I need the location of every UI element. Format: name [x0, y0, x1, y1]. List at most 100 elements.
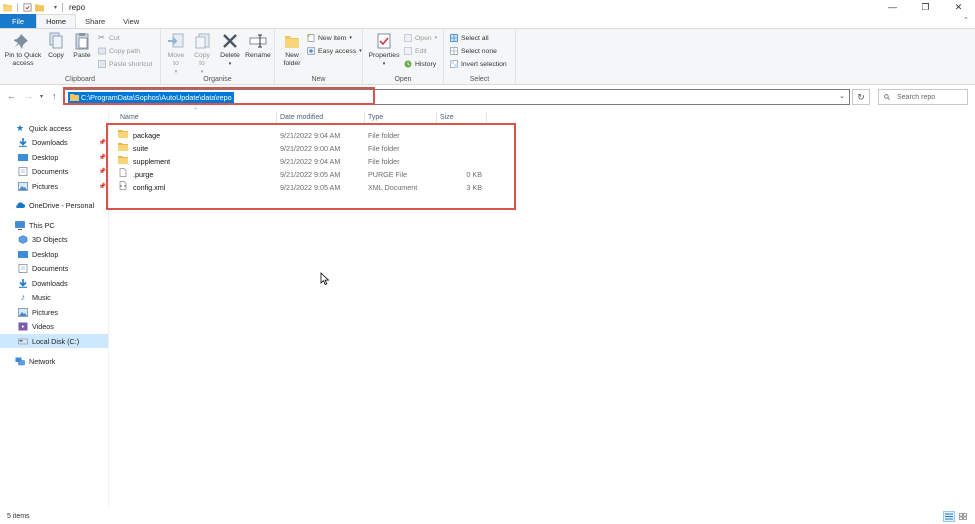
maximize-button[interactable]: ❐ [909, 0, 942, 14]
nav-pc-documents[interactable]: Documents [0, 261, 108, 275]
nav-quick-downloads[interactable]: Downloads 📌 [0, 135, 108, 149]
nav-label: Pictures [32, 307, 58, 317]
history-icon [404, 60, 412, 68]
properties-icon[interactable] [23, 3, 32, 12]
file-date: 9/21/2022 9:05 AM [280, 183, 341, 192]
up-arrow-icon[interactable]: ↑ [52, 91, 57, 101]
address-bar[interactable]: C:\ProgramData\Sophos\AutoUpdate\data\re… [63, 89, 850, 105]
column-header-type[interactable]: Type [368, 114, 383, 121]
recent-locations-chevron-down-icon[interactable]: ▾ [40, 93, 43, 100]
new-folder-icon[interactable] [35, 3, 44, 12]
column-divider[interactable] [436, 112, 437, 125]
cloud-icon [16, 201, 25, 208]
navigation-pane: ★ Quick access Downloads 📌 Desktop 📌 Doc… [0, 118, 108, 508]
view-toggle [943, 511, 969, 522]
folder-icon [118, 130, 128, 138]
address-selection: C:\ProgramData\Sophos\AutoUpdate\data\re… [68, 91, 234, 103]
file-icon [119, 168, 127, 177]
address-path[interactable]: C:\ProgramData\Sophos\AutoUpdate\data\re… [81, 93, 232, 102]
pin-to-quick-access-button[interactable]: Pin to Quick access [3, 32, 43, 68]
nav-label: Downloads [32, 137, 68, 147]
new-folder-button[interactable]: New folder [279, 32, 305, 68]
nav-label: Documents [32, 263, 69, 273]
copy-to-button[interactable]: Copy to ▾ [191, 32, 213, 76]
easy-access-button[interactable]: Easy access ▾ [307, 47, 362, 55]
file-row[interactable]: package 9/21/2022 9:04 AM File folder [118, 129, 488, 142]
copy-path-button[interactable]: Copy path [98, 47, 140, 55]
nav-pc-local-disk[interactable]: Local Disk (C:) [0, 334, 108, 348]
select-none-button[interactable]: Select none [450, 47, 497, 55]
rename-button[interactable]: Rename [244, 32, 272, 60]
file-date: 9/21/2022 9:04 AM [280, 157, 341, 166]
history-button[interactable]: History [404, 60, 436, 68]
minimize-button[interactable]: — [876, 0, 909, 14]
close-button[interactable]: ✕ [942, 0, 975, 14]
column-divider[interactable] [486, 112, 487, 125]
nav-quick-access[interactable]: ★ Quick access [0, 121, 108, 135]
collapse-ribbon-chevron-up-icon[interactable]: ⌃ [963, 16, 969, 24]
nav-pc-music[interactable]: ♪ Music [0, 290, 108, 304]
tab-share[interactable]: Share [76, 14, 114, 28]
nav-network[interactable]: Network [0, 354, 108, 368]
new-item-chevron-down-icon: ▾ [349, 35, 352, 41]
search-box[interactable] [878, 89, 968, 105]
edit-button[interactable]: Edit [404, 47, 427, 55]
invert-selection-button[interactable]: Invert selection [450, 60, 507, 68]
column-header-name[interactable]: Name [120, 114, 139, 121]
tab-view[interactable]: View [114, 14, 148, 28]
computer-icon [15, 220, 25, 230]
pane-divider[interactable] [108, 108, 109, 508]
new-item-button[interactable]: New item ▾ [307, 34, 352, 42]
nav-quick-documents[interactable]: Documents 📌 [0, 164, 108, 178]
easy-access-icon [307, 47, 315, 55]
nav-pc-downloads[interactable]: Downloads [0, 276, 108, 290]
nav-label: OneDrive - Personal [29, 200, 95, 210]
nav-this-pc[interactable]: This PC [0, 218, 108, 232]
nav-pc-desktop[interactable]: Desktop [0, 247, 108, 261]
copy-path-icon [98, 47, 106, 55]
large-icons-view-button[interactable] [957, 511, 969, 522]
nav-pc-3d-objects[interactable]: 3D Objects [0, 232, 108, 246]
copy-button[interactable]: Copy [46, 32, 66, 60]
file-row[interactable]: config.xml 9/21/2022 9:05 AM XML Documen… [118, 181, 488, 194]
column-divider[interactable] [364, 112, 365, 125]
nav-label: Quick access [29, 123, 72, 133]
drive-icon [18, 338, 28, 344]
address-history-chevron-down-icon[interactable]: ⌄ [839, 92, 845, 100]
quick-access-toolbar: ▾ [0, 0, 65, 14]
move-to-button[interactable]: Move to ▾ [165, 32, 187, 76]
nav-quick-desktop[interactable]: Desktop 📌 [0, 150, 108, 164]
nav-quick-pictures[interactable]: Pictures 📌 [0, 179, 108, 193]
pictures-icon [18, 307, 28, 317]
file-row[interactable]: .purge 9/21/2022 9:05 AM PURGE File 0 KB [118, 168, 488, 181]
back-arrow-icon[interactable]: ← [7, 91, 16, 101]
column-header-size[interactable]: Size [440, 114, 454, 121]
nav-pc-videos[interactable]: Videos [0, 319, 108, 333]
cut-button[interactable]: ✂ Cut [98, 34, 120, 42]
tab-file[interactable]: File [0, 14, 37, 28]
paste-shortcut-button[interactable]: Paste shortcut [98, 60, 152, 68]
file-row[interactable]: supplement 9/21/2022 9:04 AM File folder [118, 155, 488, 168]
tab-home[interactable]: Home [36, 14, 77, 28]
delete-button[interactable]: Delete ▾ [219, 32, 241, 68]
open-button[interactable]: Open ▾ [404, 34, 437, 42]
download-arrow-icon [19, 278, 27, 288]
nav-label: Network [29, 356, 56, 366]
refresh-button[interactable]: ↻ [852, 89, 870, 105]
select-all-button[interactable]: Select all [450, 34, 489, 42]
column-divider[interactable] [276, 112, 277, 125]
nav-label: Desktop [32, 152, 59, 162]
nav-pc-pictures[interactable]: Pictures [0, 305, 108, 319]
file-name: supplement [133, 157, 171, 166]
search-input[interactable] [897, 93, 967, 101]
properties-button[interactable]: Properties ▾ [368, 32, 400, 68]
paste-button[interactable]: Paste [70, 32, 94, 60]
customize-toolbar-chevron-down-icon[interactable]: ▾ [54, 4, 57, 11]
file-row[interactable]: suite 9/21/2022 9:00 AM File folder [118, 142, 488, 155]
column-header-date[interactable]: Date modified [280, 114, 323, 121]
nav-label: Music [32, 292, 51, 302]
nav-onedrive[interactable]: OneDrive - Personal [0, 198, 108, 212]
forward-arrow-icon[interactable]: → [24, 91, 33, 101]
select-none-label: Select none [461, 47, 497, 55]
details-view-button[interactable] [943, 511, 955, 522]
